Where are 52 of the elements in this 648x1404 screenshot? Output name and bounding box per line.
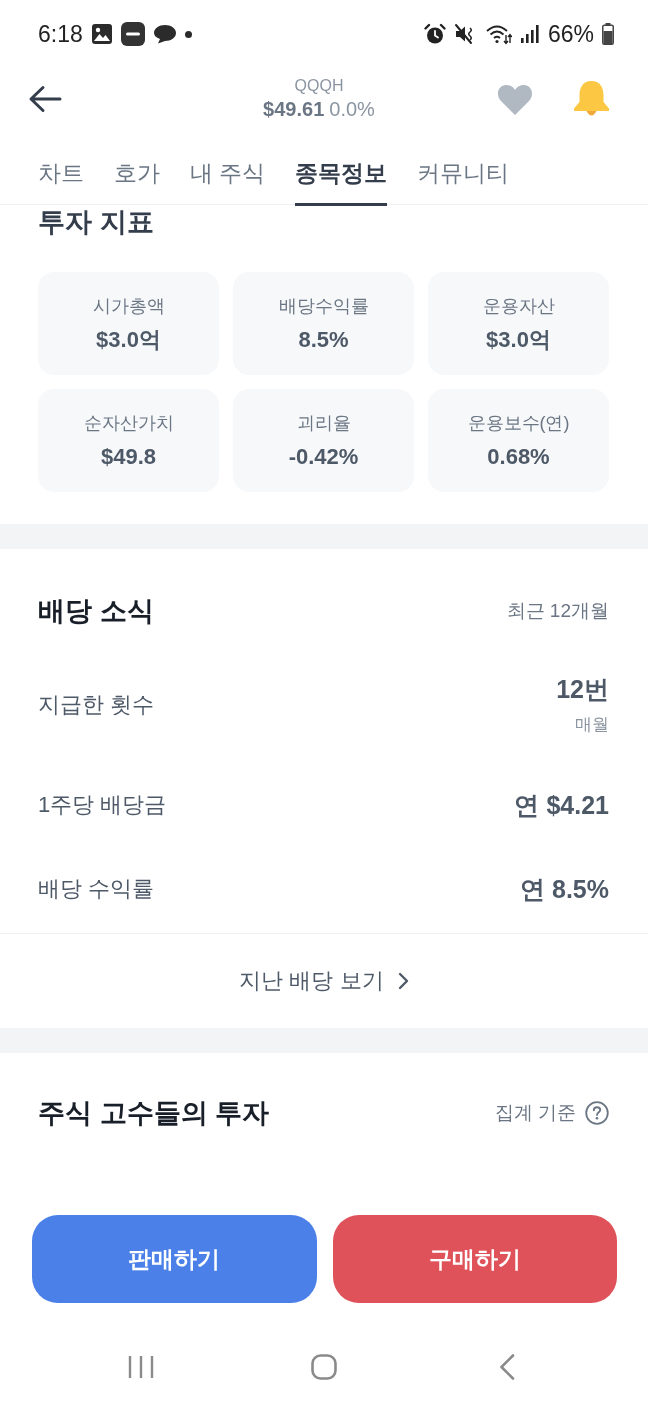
indicator-label: 시가총액 (92, 294, 165, 318)
dividend-label: 1주당 배당금 (38, 791, 167, 819)
dividend-label: 지급한 횟수 (38, 691, 155, 719)
status-time: 6:18 (38, 20, 83, 48)
section-title: 배당 소식 (38, 595, 154, 628)
gallery-icon (90, 23, 113, 45)
indicator-value: $3.0억 (486, 325, 551, 354)
indicator-value: 0.68% (487, 442, 550, 471)
chat-bubble-icon (152, 24, 177, 44)
indicator-label: 괴리율 (296, 411, 351, 435)
heart-icon[interactable] (497, 83, 533, 115)
recent-apps-icon[interactable] (128, 1355, 155, 1379)
basis-info-button[interactable]: 집계 기준 (494, 1101, 609, 1125)
indicator-label: 배당수익률 (278, 294, 369, 318)
indicator-label: 운용보수(연) (467, 411, 570, 435)
dividend-value: 12번 (556, 674, 609, 704)
notification-dot-icon (184, 30, 192, 38)
tab[interactable]: 호가 (114, 158, 160, 206)
section-title: 투자 지표 (37, 206, 155, 239)
indicator-value: $49.8 (100, 442, 157, 471)
home-icon[interactable] (311, 1354, 337, 1380)
tab[interactable]: 내 주식 (190, 158, 266, 206)
indicator-value: -0.42% (288, 442, 359, 471)
alarm-clock-icon (423, 23, 446, 45)
past-dividends-link[interactable]: 지난 배당 보기 (239, 967, 409, 995)
indicator-label: 운용자산 (482, 294, 555, 318)
battery-percentage: 66% (547, 20, 594, 48)
app-icon (120, 22, 145, 46)
stock-price: $49.61 (263, 97, 325, 122)
ticker-symbol: QQQH (294, 76, 344, 96)
wifi-icon (485, 23, 512, 45)
section-title: 주식 고수들의 투자 (38, 1097, 269, 1130)
back-chevron-icon[interactable] (498, 1354, 515, 1380)
tab[interactable]: 커뮤니티 (417, 158, 510, 206)
indicator-value: 8.5% (298, 325, 349, 354)
battery-icon (602, 23, 614, 45)
dividend-value: 연 $4.21 (514, 790, 609, 820)
indicator-label: 순자산가치 (83, 411, 174, 435)
back-arrow-icon[interactable] (28, 85, 62, 113)
sell-button[interactable]: 판매하기 (32, 1215, 317, 1303)
tab[interactable]: 차트 (38, 158, 84, 206)
dividend-value: 연 8.5% (520, 874, 609, 904)
indicator-value: $3.0억 (96, 325, 161, 354)
dividend-note: 매월 (575, 714, 609, 736)
chevron-right-icon (397, 972, 409, 990)
price-change: 0.0% (329, 97, 375, 122)
help-icon (585, 1101, 609, 1125)
period-label: 최근 12개월 (506, 599, 609, 623)
dividend-label: 배당 수익률 (38, 875, 155, 903)
tab[interactable]: 종목정보 (295, 158, 388, 206)
signal-icon (519, 24, 540, 44)
buy-button[interactable]: 구매하기 (332, 1215, 617, 1303)
